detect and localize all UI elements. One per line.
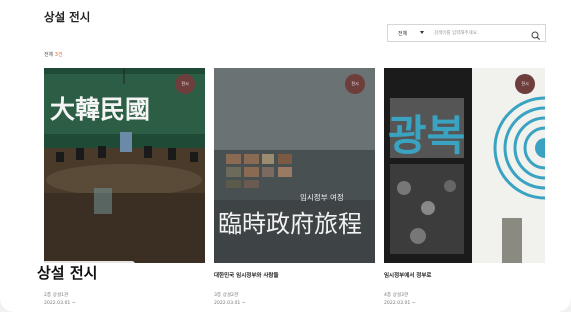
image-caption: 광복 xyxy=(388,111,465,160)
card-date: 2022.03.01 ~ xyxy=(214,301,246,306)
result-count-label: 전체 xyxy=(44,52,54,58)
card-date: 2022.03.01 ~ xyxy=(384,301,416,306)
search-button[interactable] xyxy=(530,27,542,40)
image-subcaption: 임시정부 여정 xyxy=(300,192,344,202)
status-badge: 전시 xyxy=(175,74,195,94)
overlay-title: 상설 전시 xyxy=(37,264,98,282)
card-meta: 2층 상설1관 2022.03.01 ~ xyxy=(44,292,76,308)
image-caption: 大韓民國 xyxy=(50,95,150,124)
exhibition-thumbnail[interactable]: 광복 전시 xyxy=(384,68,545,263)
search-icon xyxy=(531,31,540,40)
image-caption: 臨時政府旅程 xyxy=(218,210,362,238)
card-title[interactable]: 임시정부에서 정부로 xyxy=(384,271,545,279)
exhibition-image: 大韓民國 xyxy=(44,68,205,263)
page-title: 상설 전시 xyxy=(44,10,91,24)
result-count-value: 3건 xyxy=(54,52,63,58)
exhibition-thumbnail[interactable]: 임시정부 여정 臨時政府旅程 전시 xyxy=(214,68,375,263)
category-select[interactable]: 전체 xyxy=(388,25,428,41)
result-count: 전체 3건 xyxy=(44,51,63,58)
status-badge: 전시 xyxy=(515,74,535,94)
exhibition-image: 광복 xyxy=(384,68,545,263)
exhibition-thumbnail[interactable]: 大韓民國 전시 xyxy=(44,68,205,263)
card-location: 4층 상설3관 xyxy=(384,293,409,298)
exhibition-image: 임시정부 여정 臨時政府旅程 xyxy=(214,68,375,263)
card-meta: 3층 상설2관 2022.03.01 ~ xyxy=(214,292,246,308)
status-badge: 전시 xyxy=(345,74,365,94)
card-location: 2층 상설1관 xyxy=(44,293,69,298)
category-select-value: 전체 xyxy=(398,30,408,37)
chevron-down-icon xyxy=(420,31,424,34)
card-title[interactable]: 대한민국 임시정부와 사람들 xyxy=(214,271,375,279)
card-location: 3층 상설2관 xyxy=(214,293,239,298)
search-bar: 전체 xyxy=(387,24,546,42)
card-meta: 4층 상설3관 2022.03.01 ~ xyxy=(384,292,416,308)
card-date: 2022.03.01 ~ xyxy=(44,301,76,306)
search-input[interactable] xyxy=(434,27,526,39)
